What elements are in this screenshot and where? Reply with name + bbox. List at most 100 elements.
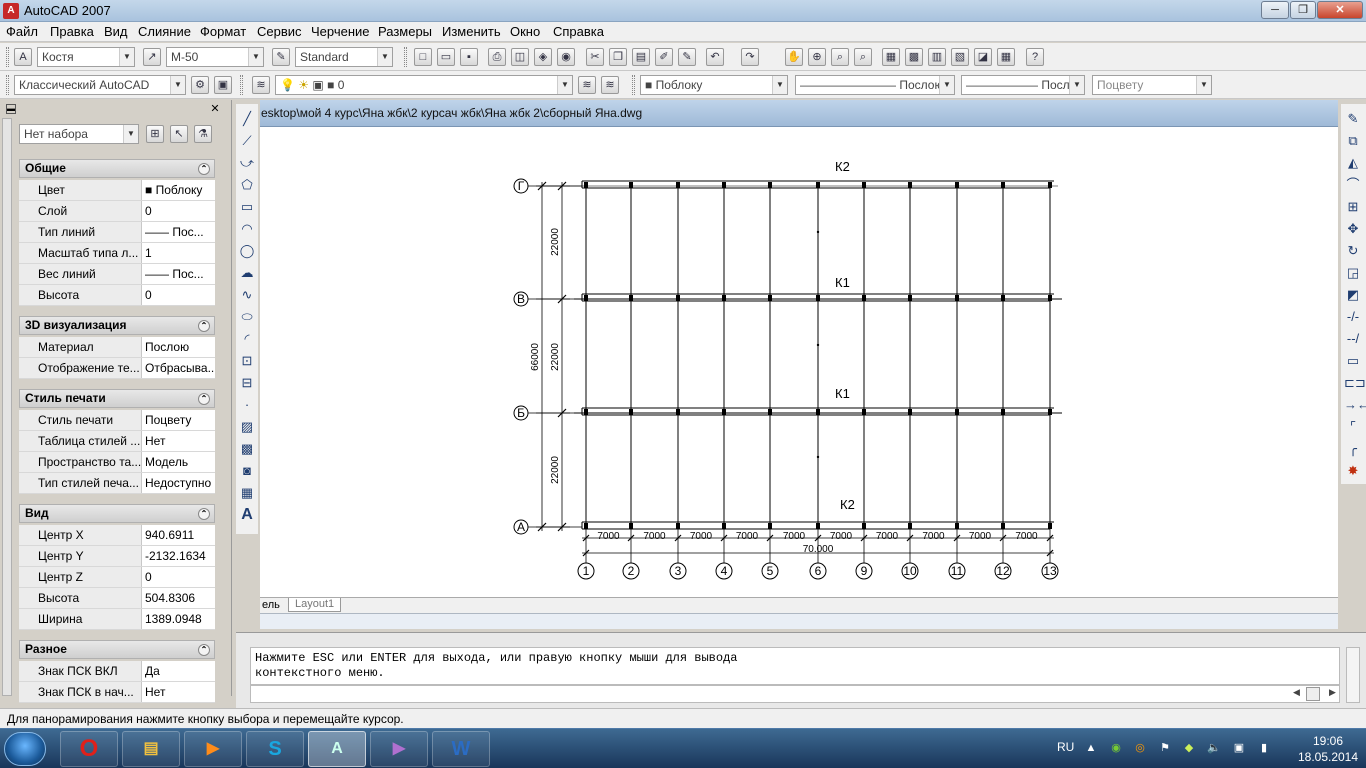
help-icon[interactable]: ? — [1026, 48, 1044, 66]
table-icon[interactable]: ▦ — [238, 484, 256, 502]
drawing-canvas[interactable]: Г В Б А К2 К1 К1 К2 22000 22000 22000 66000 7000 7000… — [260, 127, 1338, 597]
fillet-icon[interactable]: ╭ — [1344, 440, 1362, 458]
property-row[interactable]: Материал Послою — [19, 337, 215, 358]
zoom-realtime-icon[interactable]: ⊕ — [808, 48, 826, 66]
menu-window[interactable]: Окно — [510, 24, 540, 39]
make-block-icon[interactable]: ⊟ — [238, 374, 256, 392]
property-row[interactable]: Ширина 1389.0948 — [19, 609, 215, 630]
palette-close-icon[interactable]: ✕ — [209, 103, 221, 115]
collapse-icon[interactable]: ⌃ — [198, 508, 210, 520]
word-icon[interactable]: W — [432, 731, 490, 767]
ellipse-arc-icon[interactable]: ◜ — [238, 330, 256, 348]
layer-select[interactable]: 💡 ☀ ▣ ■ 0 ▼ — [275, 75, 573, 95]
workspace-save-icon[interactable]: ▣ — [214, 76, 232, 94]
tray-app-icon[interactable]: ◉ — [1109, 741, 1123, 755]
point-icon[interactable]: · — [238, 396, 256, 414]
menu-draw[interactable]: Черчение — [311, 24, 370, 39]
battery-icon[interactable]: ▮ — [1257, 741, 1271, 755]
select-objects-icon[interactable]: ↖ — [170, 125, 188, 143]
property-row[interactable]: Высота 504.8306 — [19, 588, 215, 609]
property-row[interactable]: Пространство та... Модель — [19, 452, 215, 473]
menu-format[interactable]: Формат — [200, 24, 246, 39]
scale-icon[interactable]: ◲ — [1344, 264, 1362, 282]
menu-view[interactable]: Вид — [104, 24, 128, 39]
property-row[interactable]: Стиль печати Поцвету — [19, 410, 215, 431]
property-row[interactable]: Масштаб типа л... 1 — [19, 243, 215, 264]
paste-icon[interactable]: ▤ — [632, 48, 650, 66]
zoom-previous-icon[interactable]: ⌕ — [854, 48, 872, 66]
revision-cloud-icon[interactable]: ☁ — [238, 264, 256, 282]
clock[interactable]: 19:06 18.05.2014 — [1293, 733, 1363, 765]
property-value-cell[interactable]: —— Пос... — [143, 222, 215, 242]
rotate-icon[interactable]: ↻ — [1344, 242, 1362, 260]
palette-autohide-icon[interactable]: ▬ — [6, 104, 16, 114]
toolbar-grip[interactable] — [240, 75, 243, 95]
save-icon[interactable]: ▪ — [460, 48, 478, 66]
autocad-app-icon[interactable]: A — [3, 3, 19, 19]
property-value-cell[interactable]: Недоступно — [143, 473, 215, 493]
property-value-cell[interactable]: 1389.0948 — [143, 609, 215, 629]
lineweight-select[interactable]: —————— Послою ▼ — [961, 75, 1085, 95]
menu-dimension[interactable]: Размеры — [378, 24, 432, 39]
property-value-cell[interactable]: Поцвету — [143, 410, 215, 430]
zoom-window-icon[interactable]: ⌕ — [831, 48, 849, 66]
dim-style-select[interactable]: М-50 ▼ — [166, 47, 264, 67]
tray-browser-icon[interactable]: ◎ — [1133, 741, 1147, 755]
close-button[interactable]: ✕ — [1317, 1, 1363, 19]
quick-select-icon[interactable]: ⚗ — [194, 125, 212, 143]
table-style-select[interactable]: Standard ▼ — [295, 47, 393, 67]
toolbar-grip[interactable] — [6, 47, 9, 67]
property-value-cell[interactable]: Да — [143, 661, 215, 681]
show-hidden-icons-icon[interactable]: ▲ — [1084, 741, 1098, 755]
menu-merge[interactable]: Слияние — [138, 24, 191, 39]
calculator-icon[interactable]: ▦ — [997, 48, 1015, 66]
join-icon[interactable]: →← — [1344, 396, 1366, 414]
construction-line-icon[interactable]: ⟋ — [238, 132, 256, 150]
break-icon[interactable]: ⊏⊐ — [1344, 374, 1366, 392]
multiline-text-icon[interactable]: A — [238, 506, 256, 524]
category-3d-visualization[interactable]: 3D визуализация ⌃ — [19, 316, 215, 335]
markup-icon[interactable]: ◪ — [974, 48, 992, 66]
scroll-right-icon[interactable]: ▶ — [1329, 687, 1336, 698]
workspace-select[interactable]: Классический AutoCAD ▼ — [14, 75, 186, 95]
property-value-cell[interactable]: 1 — [143, 243, 215, 263]
property-value-cell[interactable]: Послою — [143, 337, 215, 357]
property-value-cell[interactable]: Нет — [143, 431, 215, 451]
property-row[interactable]: Слой 0 — [19, 201, 215, 222]
erase-icon[interactable]: ✎ — [1344, 110, 1362, 128]
hatch-icon[interactable]: ▨ — [238, 418, 256, 436]
extend-icon[interactable]: --/ — [1344, 330, 1362, 348]
minimize-button[interactable]: ─ — [1261, 1, 1289, 19]
polyline-icon[interactable]: ⤻ — [238, 154, 256, 172]
property-value-cell[interactable]: 504.8306 — [143, 588, 215, 608]
start-button[interactable] — [4, 732, 46, 766]
property-row[interactable]: Отображение те... Отбрасыва... — [19, 358, 215, 379]
property-row[interactable]: Тип линий —— Пос... — [19, 222, 215, 243]
property-row[interactable]: Таблица стилей ... Нет — [19, 431, 215, 452]
selection-select[interactable]: Нет набора ▼ — [19, 124, 139, 144]
ellipse-icon[interactable]: ⬭ — [238, 308, 256, 326]
toggle-pickadd-icon[interactable]: ⊞ — [146, 125, 164, 143]
plotstyle-select[interactable]: Поцвету ▼ — [1092, 75, 1212, 95]
toolbar-grip[interactable] — [6, 75, 9, 95]
print-preview-icon[interactable]: ◫ — [511, 48, 529, 66]
command-scroll-thumb[interactable] — [1306, 687, 1320, 701]
workspace-settings-icon[interactable]: ⚙ — [191, 76, 209, 94]
menu-help[interactable]: Справка — [553, 24, 604, 39]
opera-icon[interactable]: O — [60, 731, 118, 767]
category-misc[interactable]: Разное ⌃ — [19, 640, 215, 659]
copy-icon[interactable]: ❐ — [609, 48, 627, 66]
collapse-icon[interactable]: ⌃ — [198, 320, 210, 332]
skype-icon[interactable]: S — [246, 731, 304, 767]
file-explorer-icon[interactable]: ▤ — [122, 731, 180, 767]
offset-icon[interactable]: ⌒ — [1344, 176, 1362, 194]
property-row[interactable]: Центр X 940.6911 — [19, 525, 215, 546]
tray-utility-icon[interactable]: ◆ — [1182, 741, 1196, 755]
explode-icon[interactable]: ✸ — [1344, 462, 1362, 480]
menu-tools[interactable]: Сервис — [257, 24, 302, 39]
menu-edit[interactable]: Правка — [50, 24, 94, 39]
tab-layout1[interactable]: Layout1 — [288, 598, 342, 612]
new-file-icon[interactable]: □ — [414, 48, 432, 66]
toolbar-grip[interactable] — [632, 75, 635, 95]
line-icon[interactable]: ╱ — [238, 110, 256, 128]
